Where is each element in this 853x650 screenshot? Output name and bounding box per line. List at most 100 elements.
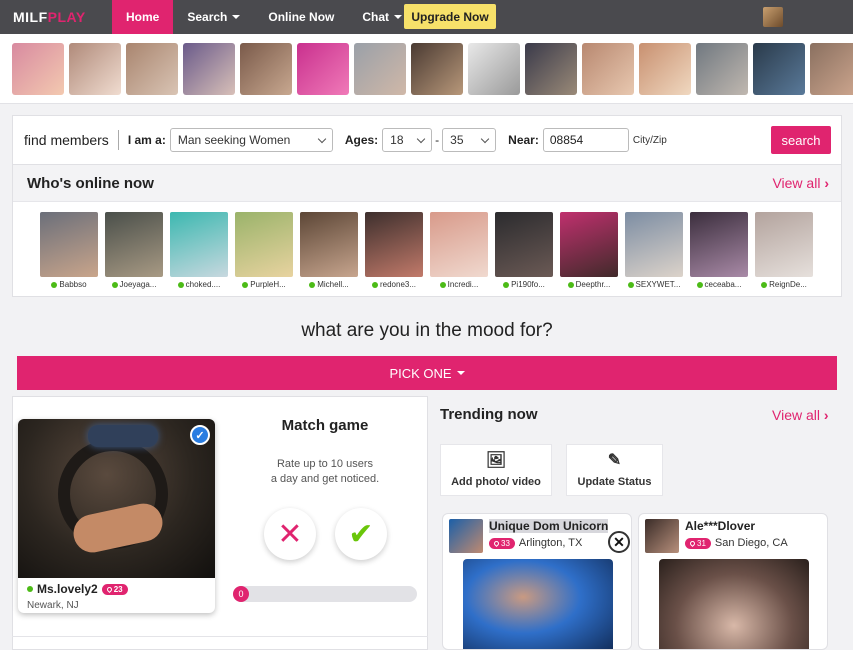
online-status-icon (309, 281, 316, 288)
online-view-all-link[interactable]: View all › (772, 175, 829, 191)
online-status-icon (27, 586, 33, 592)
location-pin-icon (105, 585, 113, 593)
upgrade-button[interactable]: Upgrade Now (404, 4, 496, 29)
whos-online-header: Who's online now View all › (13, 165, 841, 202)
top-nav: MILF PLAY Home Search Online Now Chat Upg… (0, 0, 853, 34)
online-person[interactable]: redone3... (365, 212, 423, 289)
chevron-right-icon: › (823, 407, 829, 423)
update-status-button[interactable]: ✎ Update Status (566, 444, 663, 496)
divider (117, 130, 119, 150)
member-thumbnail[interactable] (411, 42, 463, 95)
like-button[interactable]: ✔ (335, 508, 387, 560)
trending-title: Trending now (440, 406, 538, 423)
online-person[interactable]: Babbso (40, 212, 98, 289)
online-person[interactable]: Deepthr... (560, 212, 618, 289)
online-person-name: Deepthr... (560, 280, 618, 289)
divider (12, 636, 428, 637)
location-pin-icon (688, 539, 697, 547)
progress-count: 0 (233, 586, 249, 602)
search-button[interactable]: search (771, 126, 831, 154)
age-badge: 33 (489, 537, 515, 549)
match-game-desc: Rate up to 10 users a day and get noticed… (270, 458, 380, 485)
site-logo[interactable]: MILF PLAY (0, 0, 112, 34)
online-person[interactable]: ceceaba... (690, 212, 748, 289)
member-thumbnail[interactable] (525, 42, 577, 95)
online-status-icon (503, 281, 510, 288)
i-am-label: I am a: (127, 133, 166, 147)
nav-search[interactable]: Search (173, 0, 254, 34)
pick-one-button[interactable]: PICK ONE (17, 356, 837, 390)
trending-card[interactable]: Unique Dom Unicorn 33 Arlington, TX ✕ (442, 513, 632, 650)
match-profile-name: Ms.lovely2 23 (27, 582, 128, 596)
nav-home[interactable]: Home (112, 0, 174, 34)
image-icon: 🖼︎ (485, 451, 507, 469)
chevron-down-icon (456, 371, 465, 375)
nav-online-now[interactable]: Online Now (254, 0, 348, 34)
member-thumbnail[interactable] (582, 42, 634, 95)
find-members-label: find members (24, 132, 109, 148)
member-thumbnail[interactable] (753, 42, 805, 95)
whos-online-title: Who's online now (27, 174, 154, 192)
member-thumbnail[interactable] (126, 42, 178, 95)
online-person-photo (755, 212, 813, 277)
age-range-dash: - (435, 133, 440, 147)
add-photo-button[interactable]: 🖼︎ Add photo/ video (440, 444, 552, 496)
online-person-name: ceceaba... (690, 280, 748, 289)
reject-button[interactable]: ✕ (264, 508, 316, 560)
online-person[interactable]: Michell... (300, 212, 358, 289)
match-profile-photo (18, 419, 215, 578)
close-icon[interactable]: ✕ (608, 531, 630, 553)
online-person[interactable]: choked.... (170, 212, 228, 289)
trending-card-meta: 31 San Diego, CA (685, 537, 788, 549)
zip-input[interactable]: 08854 (542, 128, 629, 152)
match-profile-card[interactable]: ✓ Ms.lovely2 23 Newark, NJ (18, 419, 215, 613)
online-person-photo (430, 212, 488, 277)
online-person[interactable]: Joeyaga... (105, 212, 163, 289)
online-person[interactable]: Pi190fo... (495, 212, 553, 289)
verified-icon: ✓ (190, 425, 210, 445)
trending-card-photo (463, 559, 613, 649)
online-person[interactable]: SEXYWET... (625, 212, 683, 289)
member-thumbnail[interactable] (810, 42, 853, 95)
chevron-down-icon (317, 134, 327, 143)
age-min-select[interactable]: 18 (382, 128, 433, 152)
online-status-icon (111, 281, 118, 288)
trending-card-name[interactable]: Unique Dom Unicorn (489, 519, 609, 533)
member-thumbnail[interactable] (297, 42, 349, 95)
seeking-select[interactable]: Man seeking Women (169, 128, 333, 152)
member-thumbnail[interactable] (354, 42, 406, 95)
online-status-icon (567, 281, 574, 288)
online-person-name: Babbso (40, 280, 98, 289)
online-person[interactable]: PurpleH... (235, 212, 293, 289)
age-max-select[interactable]: 35 (442, 128, 497, 152)
online-person[interactable]: ReignDe... (755, 212, 813, 289)
online-status-icon (177, 281, 184, 288)
rating-progress-bar: 0 (233, 586, 417, 602)
member-thumbnail[interactable] (183, 42, 235, 95)
trending-card-meta: 33 Arlington, TX (489, 537, 582, 549)
find-members-bar: find members I am a: Man seeking Women A… (12, 115, 842, 165)
online-status-icon (439, 281, 446, 288)
online-person[interactable]: Incredi... (430, 212, 488, 289)
member-thumbnail[interactable] (696, 42, 748, 95)
member-thumbnail[interactable] (12, 42, 64, 95)
trending-card-name[interactable]: Ale***Dlover (685, 519, 755, 533)
trending-view-all-link[interactable]: View all › (772, 407, 829, 423)
trending-card[interactable]: Ale***Dlover 31 San Diego, CA (638, 513, 828, 650)
avatar (449, 519, 483, 553)
member-thumbnail[interactable] (639, 42, 691, 95)
online-status-icon (242, 281, 249, 288)
chevron-down-icon (394, 15, 403, 19)
online-status-icon (627, 281, 634, 288)
member-thumbnail[interactable] (240, 42, 292, 95)
member-thumbnail[interactable] (69, 42, 121, 95)
match-game-title: Match game (281, 417, 369, 434)
location-pin-icon (492, 539, 501, 547)
avatar[interactable] (763, 7, 783, 27)
online-person-photo (40, 212, 98, 277)
online-status-icon (761, 281, 768, 288)
match-game-panel: ✓ Ms.lovely2 23 Newark, NJ Match game Ra… (12, 396, 428, 650)
member-thumbnail[interactable] (468, 42, 520, 95)
online-person-photo (105, 212, 163, 277)
avatar (645, 519, 679, 553)
